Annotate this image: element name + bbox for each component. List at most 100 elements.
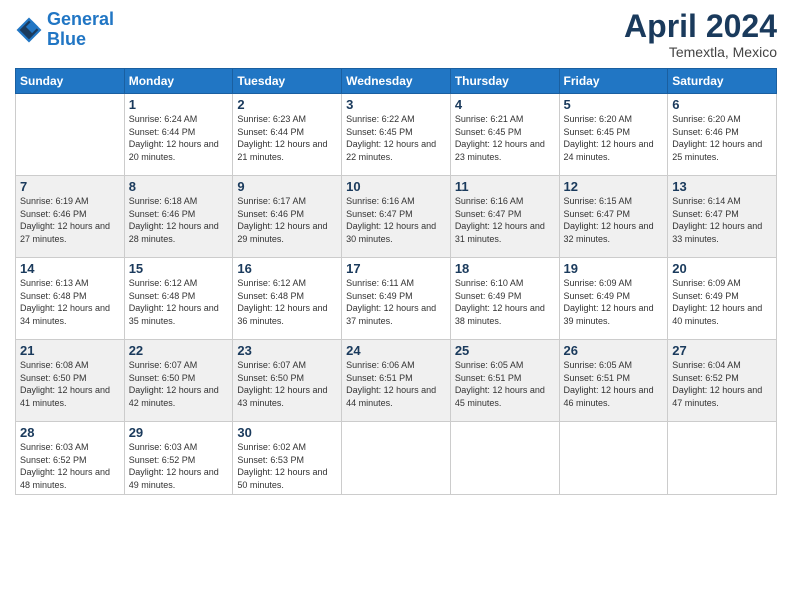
day-cell: 22Sunrise: 6:07 AM Sunset: 6:50 PM Dayli…	[124, 340, 233, 422]
day-info: Sunrise: 6:03 AM Sunset: 6:52 PM Dayligh…	[20, 441, 120, 491]
day-cell: 2Sunrise: 6:23 AM Sunset: 6:44 PM Daylig…	[233, 94, 342, 176]
day-cell: 10Sunrise: 6:16 AM Sunset: 6:47 PM Dayli…	[342, 176, 451, 258]
day-info: Sunrise: 6:16 AM Sunset: 6:47 PM Dayligh…	[455, 195, 555, 245]
day-cell: 29Sunrise: 6:03 AM Sunset: 6:52 PM Dayli…	[124, 422, 233, 495]
day-number: 25	[455, 343, 555, 358]
day-number: 7	[20, 179, 120, 194]
title-block: April 2024 Temextla, Mexico	[624, 10, 777, 60]
day-cell: 26Sunrise: 6:05 AM Sunset: 6:51 PM Dayli…	[559, 340, 668, 422]
day-info: Sunrise: 6:09 AM Sunset: 6:49 PM Dayligh…	[672, 277, 772, 327]
day-cell	[668, 422, 777, 495]
day-info: Sunrise: 6:22 AM Sunset: 6:45 PM Dayligh…	[346, 113, 446, 163]
week-row-3: 14Sunrise: 6:13 AM Sunset: 6:48 PM Dayli…	[16, 258, 777, 340]
day-cell: 16Sunrise: 6:12 AM Sunset: 6:48 PM Dayli…	[233, 258, 342, 340]
day-cell: 24Sunrise: 6:06 AM Sunset: 6:51 PM Dayli…	[342, 340, 451, 422]
day-cell: 8Sunrise: 6:18 AM Sunset: 6:46 PM Daylig…	[124, 176, 233, 258]
day-number: 20	[672, 261, 772, 276]
day-info: Sunrise: 6:24 AM Sunset: 6:44 PM Dayligh…	[129, 113, 229, 163]
day-number: 13	[672, 179, 772, 194]
day-info: Sunrise: 6:11 AM Sunset: 6:49 PM Dayligh…	[346, 277, 446, 327]
day-info: Sunrise: 6:07 AM Sunset: 6:50 PM Dayligh…	[129, 359, 229, 409]
day-cell: 3Sunrise: 6:22 AM Sunset: 6:45 PM Daylig…	[342, 94, 451, 176]
day-cell: 13Sunrise: 6:14 AM Sunset: 6:47 PM Dayli…	[668, 176, 777, 258]
day-number: 6	[672, 97, 772, 112]
logo-blue: Blue	[47, 29, 86, 49]
day-cell	[450, 422, 559, 495]
day-number: 18	[455, 261, 555, 276]
day-info: Sunrise: 6:08 AM Sunset: 6:50 PM Dayligh…	[20, 359, 120, 409]
day-number: 16	[237, 261, 337, 276]
day-info: Sunrise: 6:23 AM Sunset: 6:44 PM Dayligh…	[237, 113, 337, 163]
week-row-4: 21Sunrise: 6:08 AM Sunset: 6:50 PM Dayli…	[16, 340, 777, 422]
day-cell: 23Sunrise: 6:07 AM Sunset: 6:50 PM Dayli…	[233, 340, 342, 422]
day-info: Sunrise: 6:12 AM Sunset: 6:48 PM Dayligh…	[129, 277, 229, 327]
week-row-2: 7Sunrise: 6:19 AM Sunset: 6:46 PM Daylig…	[16, 176, 777, 258]
day-number: 2	[237, 97, 337, 112]
day-info: Sunrise: 6:05 AM Sunset: 6:51 PM Dayligh…	[564, 359, 664, 409]
day-header-monday: Monday	[124, 69, 233, 94]
day-cell: 17Sunrise: 6:11 AM Sunset: 6:49 PM Dayli…	[342, 258, 451, 340]
day-cell: 7Sunrise: 6:19 AM Sunset: 6:46 PM Daylig…	[16, 176, 125, 258]
day-cell	[559, 422, 668, 495]
week-row-1: 1Sunrise: 6:24 AM Sunset: 6:44 PM Daylig…	[16, 94, 777, 176]
day-number: 3	[346, 97, 446, 112]
day-header-friday: Friday	[559, 69, 668, 94]
day-cell: 5Sunrise: 6:20 AM Sunset: 6:45 PM Daylig…	[559, 94, 668, 176]
day-number: 30	[237, 425, 337, 440]
day-number: 5	[564, 97, 664, 112]
day-cell: 27Sunrise: 6:04 AM Sunset: 6:52 PM Dayli…	[668, 340, 777, 422]
day-cell: 6Sunrise: 6:20 AM Sunset: 6:46 PM Daylig…	[668, 94, 777, 176]
day-header-thursday: Thursday	[450, 69, 559, 94]
day-info: Sunrise: 6:05 AM Sunset: 6:51 PM Dayligh…	[455, 359, 555, 409]
day-number: 4	[455, 97, 555, 112]
day-cell: 14Sunrise: 6:13 AM Sunset: 6:48 PM Dayli…	[16, 258, 125, 340]
day-cell: 28Sunrise: 6:03 AM Sunset: 6:52 PM Dayli…	[16, 422, 125, 495]
day-info: Sunrise: 6:15 AM Sunset: 6:47 PM Dayligh…	[564, 195, 664, 245]
day-cell: 19Sunrise: 6:09 AM Sunset: 6:49 PM Dayli…	[559, 258, 668, 340]
header: General Blue April 2024 Temextla, Mexico	[15, 10, 777, 60]
day-cell	[16, 94, 125, 176]
logo-general: General	[47, 9, 114, 29]
day-header-tuesday: Tuesday	[233, 69, 342, 94]
day-cell: 9Sunrise: 6:17 AM Sunset: 6:46 PM Daylig…	[233, 176, 342, 258]
day-number: 10	[346, 179, 446, 194]
day-info: Sunrise: 6:09 AM Sunset: 6:49 PM Dayligh…	[564, 277, 664, 327]
day-cell: 12Sunrise: 6:15 AM Sunset: 6:47 PM Dayli…	[559, 176, 668, 258]
day-info: Sunrise: 6:14 AM Sunset: 6:47 PM Dayligh…	[672, 195, 772, 245]
logo-icon	[15, 16, 43, 44]
day-cell: 21Sunrise: 6:08 AM Sunset: 6:50 PM Dayli…	[16, 340, 125, 422]
header-row: SundayMondayTuesdayWednesdayThursdayFrid…	[16, 69, 777, 94]
day-number: 1	[129, 97, 229, 112]
week-row-5: 28Sunrise: 6:03 AM Sunset: 6:52 PM Dayli…	[16, 422, 777, 495]
day-info: Sunrise: 6:04 AM Sunset: 6:52 PM Dayligh…	[672, 359, 772, 409]
day-number: 28	[20, 425, 120, 440]
day-cell: 11Sunrise: 6:16 AM Sunset: 6:47 PM Dayli…	[450, 176, 559, 258]
day-number: 21	[20, 343, 120, 358]
day-number: 24	[346, 343, 446, 358]
day-info: Sunrise: 6:10 AM Sunset: 6:49 PM Dayligh…	[455, 277, 555, 327]
month-title: April 2024	[624, 10, 777, 42]
day-header-saturday: Saturday	[668, 69, 777, 94]
logo: General Blue	[15, 10, 114, 50]
day-number: 17	[346, 261, 446, 276]
day-info: Sunrise: 6:13 AM Sunset: 6:48 PM Dayligh…	[20, 277, 120, 327]
day-cell: 20Sunrise: 6:09 AM Sunset: 6:49 PM Dayli…	[668, 258, 777, 340]
location-subtitle: Temextla, Mexico	[624, 44, 777, 60]
day-info: Sunrise: 6:07 AM Sunset: 6:50 PM Dayligh…	[237, 359, 337, 409]
logo-text: General Blue	[47, 10, 114, 50]
day-info: Sunrise: 6:17 AM Sunset: 6:46 PM Dayligh…	[237, 195, 337, 245]
day-info: Sunrise: 6:20 AM Sunset: 6:46 PM Dayligh…	[672, 113, 772, 163]
day-cell: 25Sunrise: 6:05 AM Sunset: 6:51 PM Dayli…	[450, 340, 559, 422]
day-info: Sunrise: 6:18 AM Sunset: 6:46 PM Dayligh…	[129, 195, 229, 245]
day-cell: 15Sunrise: 6:12 AM Sunset: 6:48 PM Dayli…	[124, 258, 233, 340]
day-number: 27	[672, 343, 772, 358]
day-info: Sunrise: 6:02 AM Sunset: 6:53 PM Dayligh…	[237, 441, 337, 491]
day-info: Sunrise: 6:19 AM Sunset: 6:46 PM Dayligh…	[20, 195, 120, 245]
day-info: Sunrise: 6:12 AM Sunset: 6:48 PM Dayligh…	[237, 277, 337, 327]
day-info: Sunrise: 6:16 AM Sunset: 6:47 PM Dayligh…	[346, 195, 446, 245]
day-cell: 1Sunrise: 6:24 AM Sunset: 6:44 PM Daylig…	[124, 94, 233, 176]
page: General Blue April 2024 Temextla, Mexico…	[0, 0, 792, 612]
day-number: 15	[129, 261, 229, 276]
day-number: 23	[237, 343, 337, 358]
day-number: 19	[564, 261, 664, 276]
